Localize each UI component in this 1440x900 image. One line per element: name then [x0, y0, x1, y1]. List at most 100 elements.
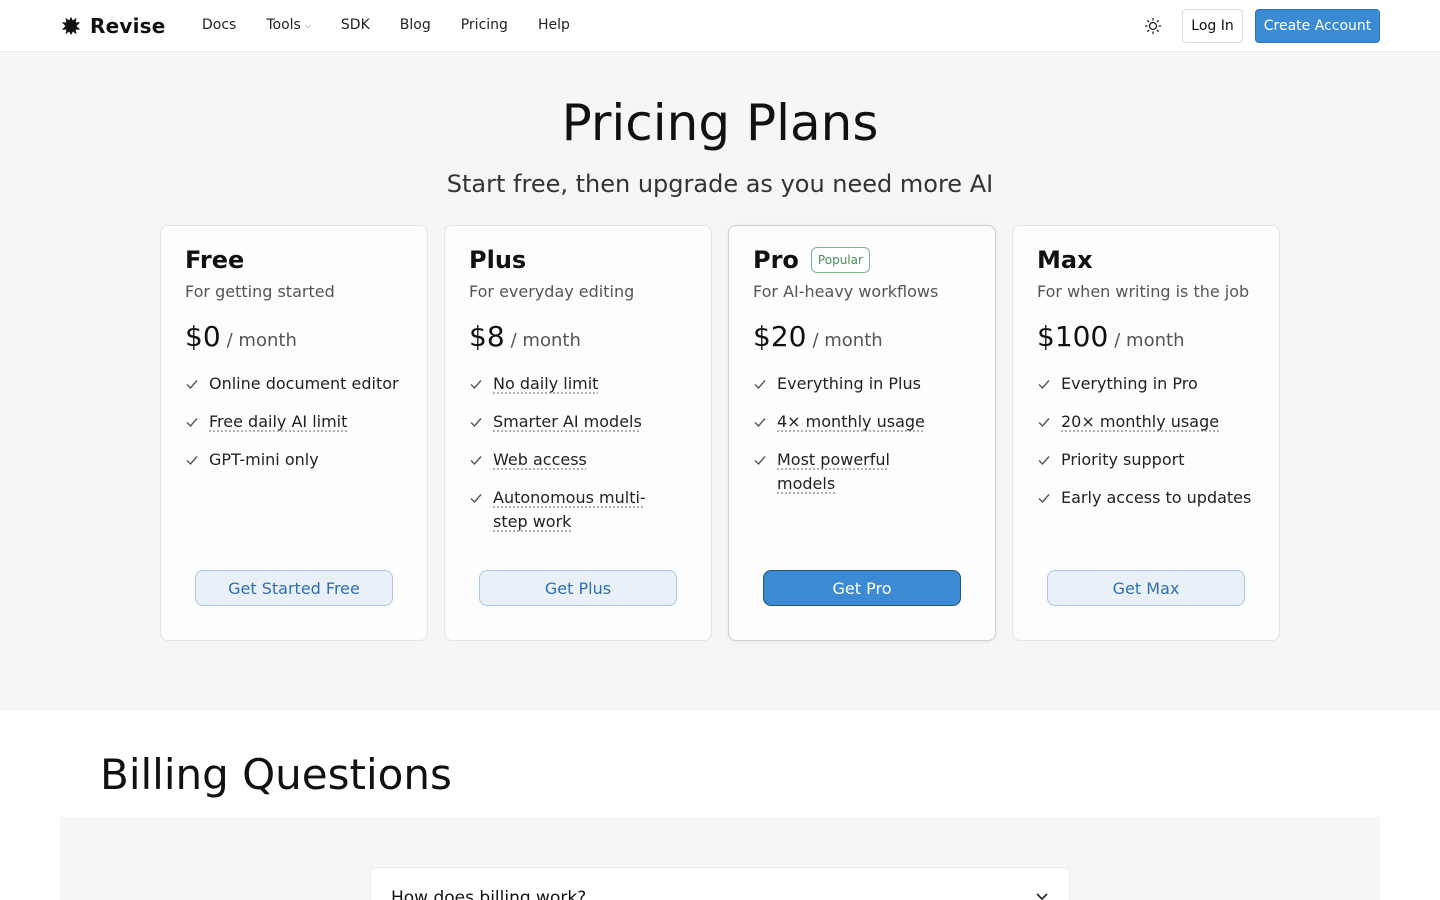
feature-text: Priority support — [1061, 450, 1185, 469]
billing-questions-heading: Billing Questions — [100, 750, 452, 799]
plan-card-free: Free For getting started $0 / month Onli… — [160, 225, 428, 641]
feature-list: Online document editor Free daily AI lim… — [185, 372, 415, 486]
check-icon — [753, 410, 767, 434]
check-icon — [753, 448, 767, 472]
feature-item: Smarter AI models — [469, 410, 699, 434]
plan-header: Free — [185, 246, 244, 274]
feature-text: Early access to updates — [1061, 488, 1252, 507]
feature-text: Everything in Pro — [1061, 374, 1198, 393]
plan-name: Pro — [753, 246, 799, 274]
feature-text-tooltip[interactable]: 4× monthly usage — [777, 410, 925, 434]
feature-item: Everything in Plus — [753, 372, 983, 396]
feature-text-tooltip[interactable]: Most powerful models — [777, 448, 907, 496]
feature-item: 20× monthly usage — [1037, 410, 1267, 434]
plan-header: Plus — [469, 246, 526, 274]
check-icon — [1037, 448, 1051, 472]
brand-name: Revise — [90, 14, 166, 38]
price-period: / month — [226, 330, 297, 351]
sun-icon — [1144, 17, 1162, 35]
feature-text: Everything in Plus — [777, 374, 921, 393]
feature-item: No daily limit — [469, 372, 699, 396]
feature-text-tooltip[interactable]: No daily limit — [493, 372, 598, 396]
get-plus-button[interactable]: Get Plus — [479, 570, 677, 606]
main-nav: Docs Tools ⌵ SDK Blog Pricing Help — [202, 17, 600, 33]
feature-text-tooltip[interactable]: 20× monthly usage — [1061, 410, 1219, 434]
faq-item[interactable]: How does billing work? — [370, 867, 1070, 900]
top-navigation-bar: Revise Docs Tools ⌵ SDK Blog Pricing Help… — [0, 0, 1440, 52]
feature-text-tooltip[interactable]: Web access — [493, 448, 587, 472]
feature-item: Autonomous multi-step work — [469, 486, 699, 534]
plan-card-plus: Plus For everyday editing $8 / month No … — [444, 225, 712, 641]
feature-text-tooltip[interactable]: Smarter AI models — [493, 410, 642, 434]
nav-tools-label: Tools — [266, 17, 301, 33]
feature-item: 4× monthly usage — [753, 410, 983, 434]
check-icon — [185, 448, 199, 472]
nav-docs[interactable]: Docs — [202, 17, 236, 33]
brand-logo-link[interactable]: Revise — [60, 14, 166, 38]
nav-help[interactable]: Help — [538, 17, 570, 33]
check-icon — [469, 410, 483, 434]
feature-item: Online document editor — [185, 372, 415, 396]
feature-list: Everything in Plus 4× monthly usage Most… — [753, 372, 983, 510]
plan-name: Max — [1037, 246, 1093, 274]
plan-price: $0 / month — [185, 320, 297, 353]
get-max-button[interactable]: Get Max — [1047, 570, 1245, 606]
plan-description: For AI-heavy workflows — [753, 282, 939, 301]
plan-price: $8 / month — [469, 320, 581, 353]
plan-header: Max — [1037, 246, 1093, 274]
plan-name: Plus — [469, 246, 527, 274]
plan-card-max: Max For when writing is the job $100 / m… — [1012, 225, 1280, 641]
price-period: / month — [510, 330, 581, 351]
feature-text-tooltip[interactable]: Free daily AI limit — [209, 410, 347, 434]
page-subtitle: Start free, then upgrade as you need mor… — [446, 170, 994, 198]
check-icon — [469, 448, 483, 472]
get-pro-button[interactable]: Get Pro — [763, 570, 961, 606]
pricing-section: Pricing Plans Start free, then upgrade a… — [0, 52, 1440, 711]
price-period: / month — [1114, 330, 1185, 351]
nav-blog[interactable]: Blog — [400, 17, 431, 33]
price-amount: $0 — [185, 320, 221, 353]
feature-item: GPT-mini only — [185, 448, 415, 472]
faq-question: How does billing work? — [391, 888, 587, 900]
check-icon — [469, 372, 483, 396]
get-started-free-button[interactable]: Get Started Free — [195, 570, 393, 606]
plan-description: For everyday editing — [469, 282, 635, 301]
check-icon — [185, 372, 199, 396]
login-button[interactable]: Log In — [1182, 9, 1243, 43]
plan-price: $20 / month — [753, 320, 883, 353]
faq-section: How does billing work? — [60, 817, 1380, 900]
price-amount: $8 — [469, 320, 505, 353]
check-icon — [185, 410, 199, 434]
feature-text: Online document editor — [209, 374, 399, 393]
price-period: / month — [812, 330, 883, 351]
check-icon — [1037, 486, 1051, 510]
chevron-down-icon: ⌵ — [304, 21, 311, 30]
price-amount: $20 — [753, 320, 807, 353]
feature-item: Free daily AI limit — [185, 410, 415, 434]
plan-description: For getting started — [185, 282, 335, 301]
nav-blog-label: Blog — [399, 17, 431, 33]
feature-item: Most powerful models — [753, 448, 983, 496]
plan-card-pro: Pro Popular For AI-heavy workflows $20 /… — [728, 225, 996, 641]
feature-text-tooltip[interactable]: Autonomous multi-step work — [493, 486, 653, 534]
nav-tools[interactable]: Tools ⌵ — [266, 17, 311, 33]
price-amount: $100 — [1037, 320, 1109, 353]
plan-name: Free — [185, 246, 245, 274]
feature-list: Everything in Pro 20× monthly usage Prio… — [1037, 372, 1267, 524]
plan-header: Pro Popular — [753, 246, 870, 274]
check-icon — [753, 372, 767, 396]
theme-toggle-button[interactable] — [1143, 16, 1163, 36]
nav-sdk[interactable]: SDK — [341, 17, 370, 33]
revise-logo-icon — [61, 16, 81, 36]
feature-list: No daily limit Smarter AI models Web acc… — [469, 372, 699, 548]
nav-docs-label: Docs — [202, 17, 237, 33]
check-icon — [469, 486, 483, 510]
feature-item: Priority support — [1037, 448, 1267, 472]
nav-pricing-label: Pricing — [460, 17, 508, 33]
nav-pricing[interactable]: Pricing — [461, 17, 508, 33]
create-account-button[interactable]: Create Account — [1255, 9, 1380, 43]
check-icon — [1037, 410, 1051, 434]
feature-text: GPT-mini only — [209, 450, 319, 469]
nav-help-label: Help — [537, 17, 570, 33]
nav-sdk-label: SDK — [340, 17, 370, 33]
